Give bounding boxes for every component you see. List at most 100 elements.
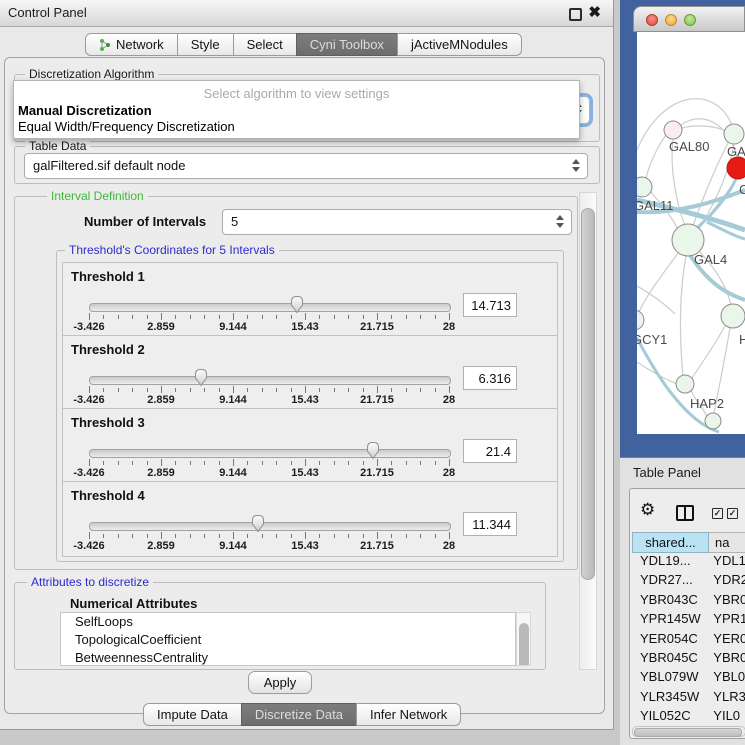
table-row[interactable]: YER054CYER0	[632, 631, 745, 650]
slider-tick-label: 9.144	[203, 540, 263, 552]
table-hscrollbar-track[interactable]	[632, 726, 745, 737]
slider-tick	[276, 315, 277, 319]
numerical-attributes-list[interactable]: SelfLoopsTopologicalCoefficientBetweenne…	[60, 612, 516, 666]
threshold-slider-thumb[interactable]	[250, 514, 266, 538]
threshold-slider-thumb[interactable]	[193, 368, 209, 392]
attributes-scrollbar-thumb[interactable]	[519, 623, 529, 666]
threshold-value-input[interactable]: 11.344	[463, 512, 517, 536]
apply-button[interactable]: Apply	[248, 671, 312, 694]
cell-shared-name: YDR27...	[632, 572, 707, 591]
attribute-list-item[interactable]: TopologicalCoefficient	[61, 631, 515, 649]
slider-tick	[276, 388, 277, 392]
network-node-label: H	[739, 332, 745, 347]
network-node-hap2[interactable]	[676, 375, 694, 393]
slider-tick	[291, 461, 292, 465]
network-canvas[interactable]: GAL80GACGAL11GAL4GCY1HHAP2	[637, 32, 745, 434]
table-row[interactable]: YDL19...YDL1	[632, 553, 745, 572]
minimize-traffic-light-icon[interactable]	[665, 14, 677, 26]
combo-arrows-icon	[572, 159, 580, 172]
slider-tick	[132, 461, 133, 465]
network-node[interactable]	[705, 413, 721, 429]
network-node-h[interactable]	[721, 304, 745, 328]
tab-infer-network[interactable]: Infer Network	[356, 703, 461, 726]
algorithm-dropdown-popup: Select algorithm to view settings Manual…	[13, 80, 580, 139]
slider-tick	[262, 388, 263, 392]
attribute-list-item[interactable]: SelfLoops	[61, 613, 515, 631]
table-row[interactable]: YBR043CYBR0	[632, 592, 745, 611]
threshold-slider-thumb[interactable]	[365, 441, 381, 465]
dropdown-option-manual-discretization[interactable]: Manual Discretization	[18, 103, 152, 118]
network-node-gcy1[interactable]	[637, 310, 644, 330]
slider-tick	[449, 532, 450, 539]
slider-tick	[406, 534, 407, 538]
slider-tick	[118, 534, 119, 538]
threshold-slider-thumb[interactable]	[289, 295, 305, 319]
slider-tick	[175, 461, 176, 465]
checkbox-icon[interactable]: ✓	[712, 508, 723, 519]
threshold-value-input[interactable]: 14.713	[463, 293, 517, 317]
column-header-shared-name[interactable]: shared...	[632, 532, 709, 553]
threshold-panel: Threshold 3-3.4262.8599.14415.4321.71528…	[62, 408, 558, 484]
tab-style[interactable]: Style	[177, 33, 234, 56]
tab-jactivemnodules[interactable]: jActiveMNodules	[397, 33, 522, 56]
slider-tick	[449, 313, 450, 320]
slider-tick	[348, 461, 349, 465]
number-of-intervals-combobox[interactable]: 5	[222, 209, 572, 235]
tab-cyni-toolbox[interactable]: Cyni Toolbox	[296, 33, 398, 56]
network-node-ga[interactable]	[724, 124, 744, 144]
slider-tick	[420, 534, 421, 538]
tab-impute-data[interactable]: Impute Data	[143, 703, 242, 726]
gear-icon[interactable]: ⚙	[640, 500, 655, 520]
cell-shared-name: YPR145W	[632, 611, 707, 630]
slider-tick	[89, 313, 90, 320]
table-row[interactable]: YDR27...YDR2	[632, 572, 745, 591]
table-row[interactable]: YBL079WYBL0	[632, 669, 745, 688]
slider-tick	[319, 534, 320, 538]
close-icon[interactable]: ✖	[588, 3, 601, 21]
threshold-slider-track[interactable]	[89, 522, 451, 531]
attribute-list-item[interactable]: BetweennessCentrality	[61, 649, 515, 666]
slider-tick	[103, 388, 104, 392]
threshold-value-input[interactable]: 21.4	[463, 439, 517, 463]
slider-tick	[161, 532, 162, 539]
column-layout-icon[interactable]	[676, 505, 694, 521]
threshold-slider-track[interactable]	[89, 303, 451, 312]
table-panel-area: Table Panel ⚙ ✓ ✓ shared... na YDL19...Y…	[620, 457, 745, 745]
table-row[interactable]: YPR145WYPR1	[632, 611, 745, 630]
slider-tick	[363, 534, 364, 538]
network-node-c[interactable]	[727, 157, 745, 179]
dropdown-option-equal-width-frequency[interactable]: Equal Width/Frequency Discretization	[18, 119, 235, 134]
tab-network[interactable]: Network	[85, 33, 178, 56]
table-data-combobox[interactable]: galFiltered.sif default node	[24, 153, 588, 179]
network-window-titlebar[interactable]	[633, 6, 745, 32]
threshold-slider-track[interactable]	[89, 449, 451, 458]
cell-name: YDR2	[707, 572, 745, 591]
table-row[interactable]: YLR345WYLR3	[632, 689, 745, 708]
close-traffic-light-icon[interactable]	[646, 14, 658, 26]
slider-tick	[420, 388, 421, 392]
threshold-panel: Threshold 2-3.4262.8599.14415.4321.71528…	[62, 335, 558, 411]
threshold-slider-track[interactable]	[89, 376, 451, 385]
network-node-label: GAL4	[694, 252, 727, 267]
column-header-name[interactable]: na	[709, 532, 745, 553]
table-hscrollbar-thumb[interactable]	[634, 728, 742, 737]
threshold-coordinates-title: Threshold's Coordinates for 5 Intervals	[65, 243, 279, 257]
slider-tick-label: 15.43	[275, 540, 335, 552]
slider-tick	[348, 534, 349, 538]
table-row[interactable]: YBR045CYBR0	[632, 650, 745, 669]
attributes-scrollbar-track[interactable]	[516, 612, 531, 666]
tab-discretize-data[interactable]: Discretize Data	[241, 703, 357, 726]
table-row[interactable]: YIL052CYIL0	[632, 708, 745, 724]
cell-shared-name: YIL052C	[632, 708, 707, 724]
slider-tick	[247, 315, 248, 319]
network-node-gal11[interactable]	[637, 177, 652, 197]
threshold-value-input[interactable]: 6.316	[463, 366, 517, 390]
checkbox-icon[interactable]: ✓	[727, 508, 738, 519]
settings-scrollbar-thumb[interactable]	[581, 208, 595, 580]
float-window-icon[interactable]	[569, 8, 582, 21]
cell-shared-name: YER054C	[632, 631, 707, 650]
slider-tick	[363, 461, 364, 465]
zoom-traffic-light-icon[interactable]	[684, 14, 696, 26]
network-node-gal80[interactable]	[664, 121, 682, 139]
tab-select[interactable]: Select	[233, 33, 297, 56]
